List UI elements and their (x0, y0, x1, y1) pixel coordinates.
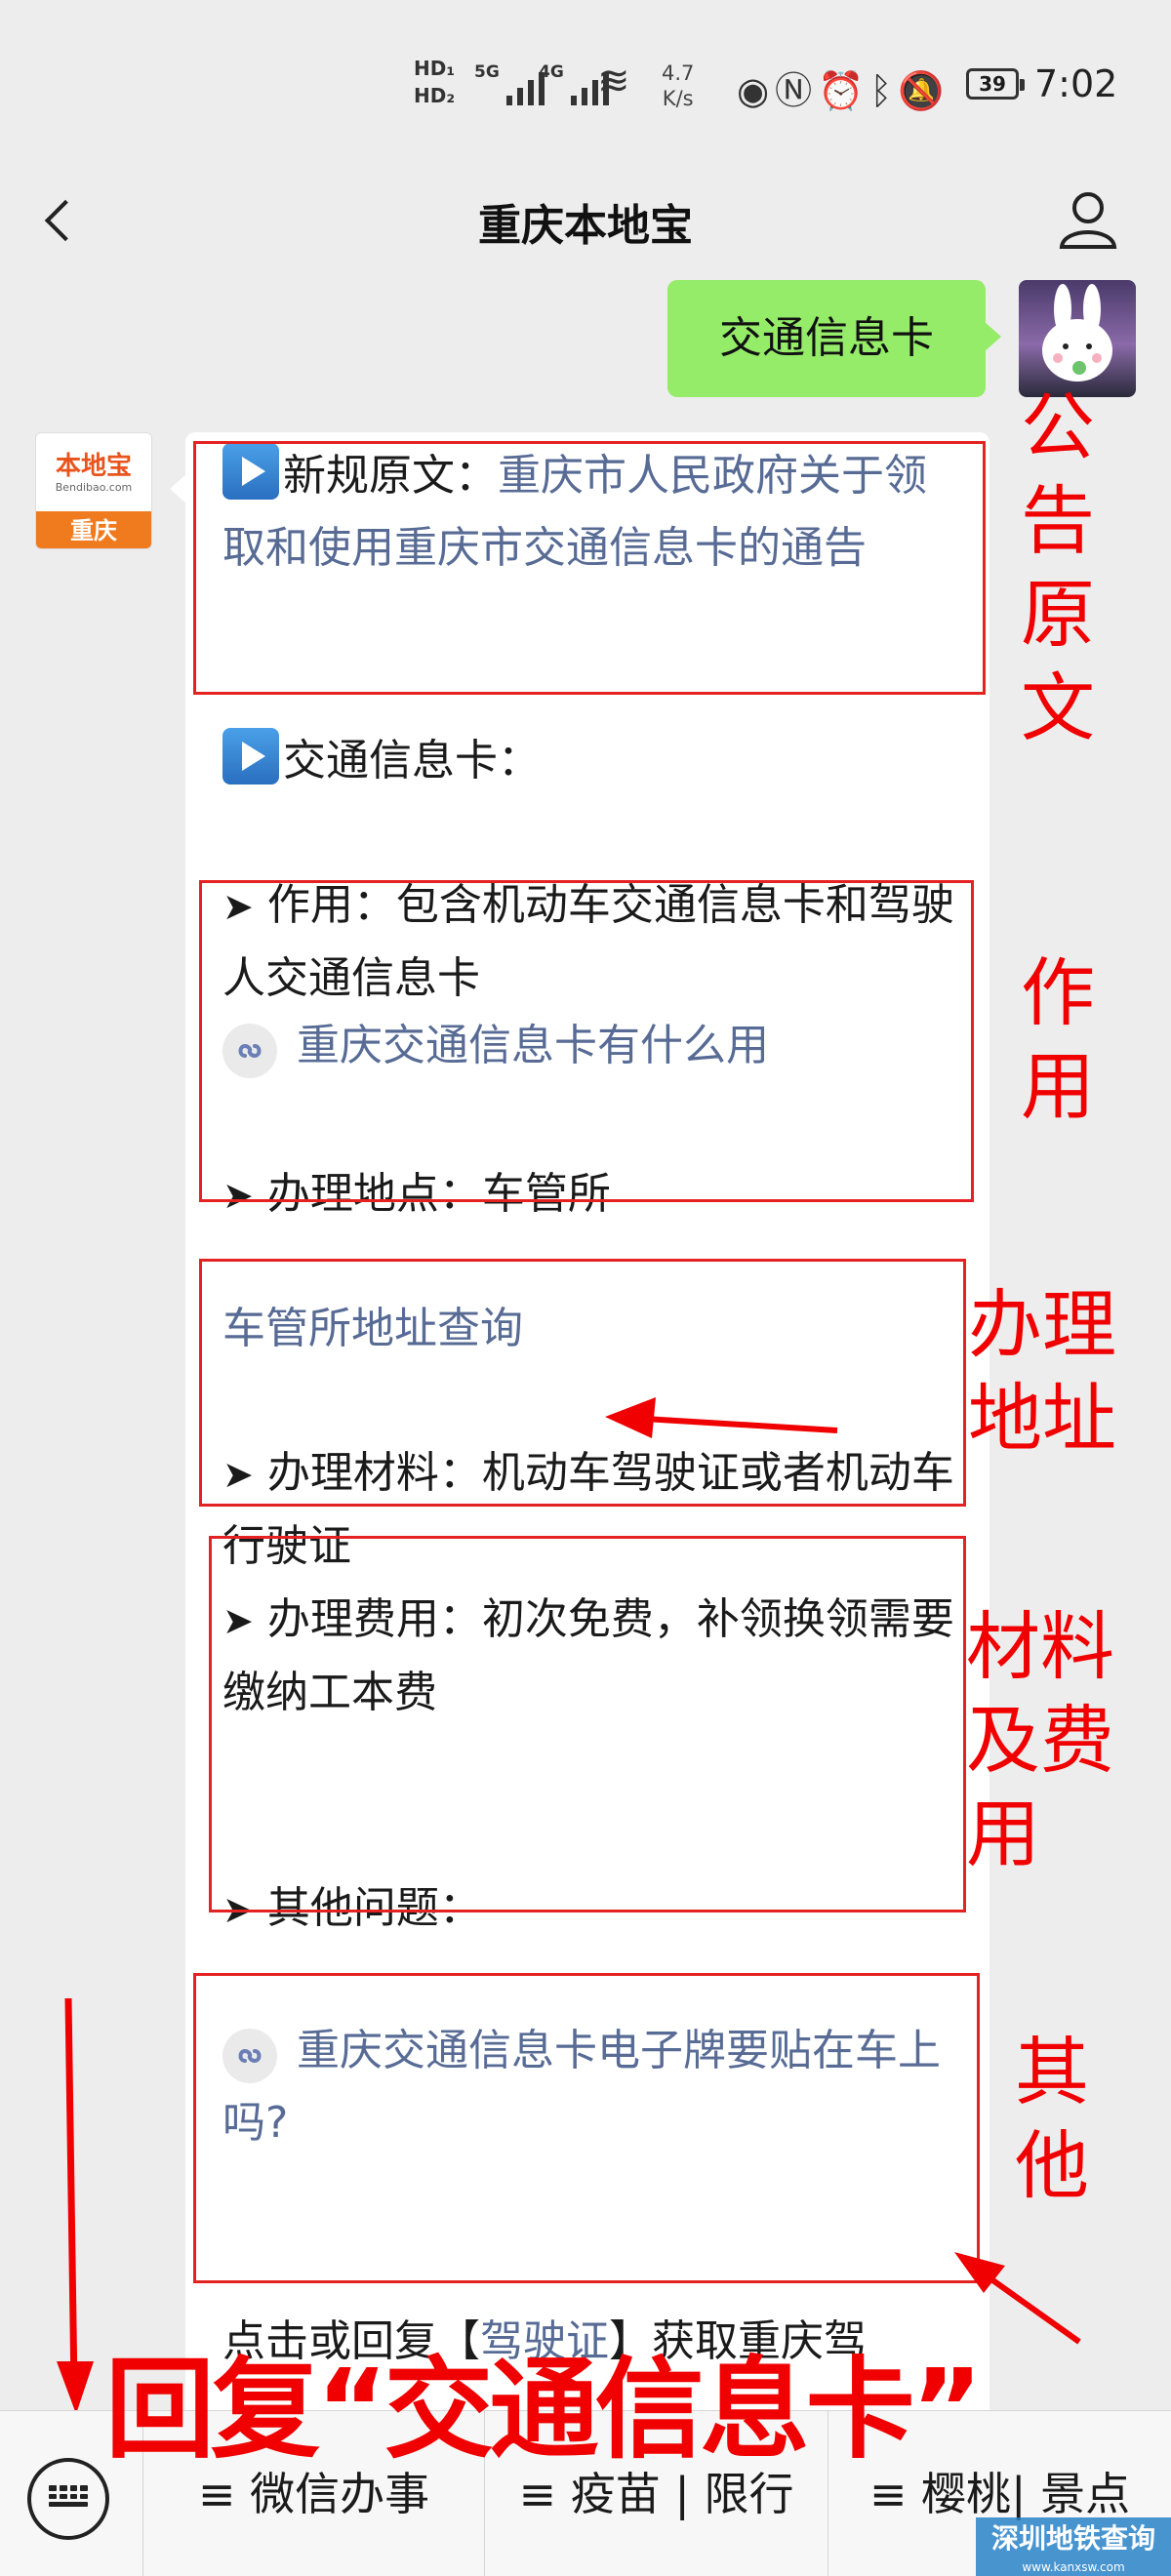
user-icon (1059, 192, 1117, 249)
avatar-brand: 本地宝 (55, 451, 132, 481)
profile-button[interactable] (1054, 184, 1122, 253)
annotation-materials: 材料及费用 (966, 1603, 1114, 1877)
bot-avatar[interactable]: 本地宝 Bendibao.com 重庆 (35, 432, 152, 549)
miniprogram-purpose-link[interactable]: 重庆交通信息卡有什么用 (222, 1010, 954, 1082)
annotation-other: 其他 (1015, 2029, 1089, 2209)
miniprogram-other-link[interactable]: 重庆交通信息卡电子牌要贴在车上吗? (222, 2015, 954, 2159)
status-icons: ◉Ⓝ⏰ᛒ🔕 (737, 60, 950, 114)
mute-icon: 🔕 (898, 69, 950, 112)
status-bar: HD₁ HD₂ 5G 4G ≋ 4.7 K/s ◉Ⓝ⏰ᛒ🔕 39 7:02 (0, 0, 1171, 161)
paragraph-fees: ➤ 办理费用：初次免费，补领换领需要缴纳工本费 (222, 1584, 954, 1729)
eye-icon: ◉ (737, 69, 776, 112)
annotation-location: 办理地址 (968, 1281, 1116, 1462)
rabbit-avatar-image (1042, 284, 1112, 382)
miniprogram-icon (222, 2029, 277, 2083)
play-icon (222, 728, 279, 785)
play-icon (222, 443, 279, 500)
wifi-icon: ≋ (597, 59, 630, 103)
keyboard-icon (49, 2485, 88, 2513)
annotation-purpose: 作用 (1021, 949, 1095, 1130)
arrow-bullet-icon: ➤ (222, 885, 254, 928)
user-message-bubble[interactable]: 交通信息卡 (667, 280, 1001, 397)
arrow-bullet-icon: ➤ (222, 1174, 254, 1217)
miniprogram-icon (222, 1024, 277, 1078)
signal-5g-icon: 5G (474, 62, 545, 105)
clock: 7:02 (1034, 62, 1118, 105)
hd-indicator: HD₁ HD₂ (414, 57, 456, 107)
back-button[interactable] (37, 190, 86, 249)
paragraph-original-text: 新规原文：重庆市人民政府关于领取和使用重庆市交通信息卡的通告 (222, 440, 954, 584)
battery-icon: 39 (966, 68, 1025, 100)
paragraph-other: ➤ 其他问题： (222, 1872, 954, 1946)
paragraph-location: ➤ 办理地点：车管所 (222, 1158, 954, 1231)
site-watermark: 深圳地铁查询 www.kanxsw.com (976, 2517, 1171, 2576)
network-speed: 4.7 K/s (662, 61, 695, 110)
user-avatar[interactable] (1019, 280, 1136, 397)
annotation-original: 公告原文 (1021, 383, 1095, 751)
keyboard-toggle-button[interactable] (27, 2458, 109, 2540)
arrow-bullet-icon: ➤ (222, 1453, 254, 1496)
nfc-icon: Ⓝ (775, 69, 819, 112)
paragraph-card-heading: 交通信息卡： (222, 725, 954, 797)
avatar-domain: Bendibao.com (55, 480, 133, 494)
paragraph-materials: ➤ 办理材料：机动车驾驶证或者机动车行驶证 (222, 1437, 954, 1583)
arrow-bullet-icon: ➤ (222, 1599, 254, 1642)
avatar-city: 重庆 (36, 511, 151, 548)
paragraph-purpose: ➤ 作用：包含机动车交通信息卡和驾驶人交通信息卡 (222, 869, 954, 1015)
bluetooth-icon: ᛒ (869, 69, 899, 112)
arrow-bullet-icon: ➤ (222, 1888, 254, 1931)
dmv-address-link[interactable]: 车管所地址查询 (222, 1293, 954, 1365)
annotation-reply-instruction: 回复“交通信息卡” (105, 2347, 983, 2474)
bot-message-bubble: 新规原文：重庆市人民政府关于领取和使用重庆市交通信息卡的通告 交通信息卡： ➤ 作… (170, 432, 989, 2410)
chat-title: 重庆本地宝 (478, 201, 693, 251)
alarm-icon: ⏰ (818, 69, 870, 112)
nav-bar: 重庆本地宝 (0, 161, 1171, 278)
